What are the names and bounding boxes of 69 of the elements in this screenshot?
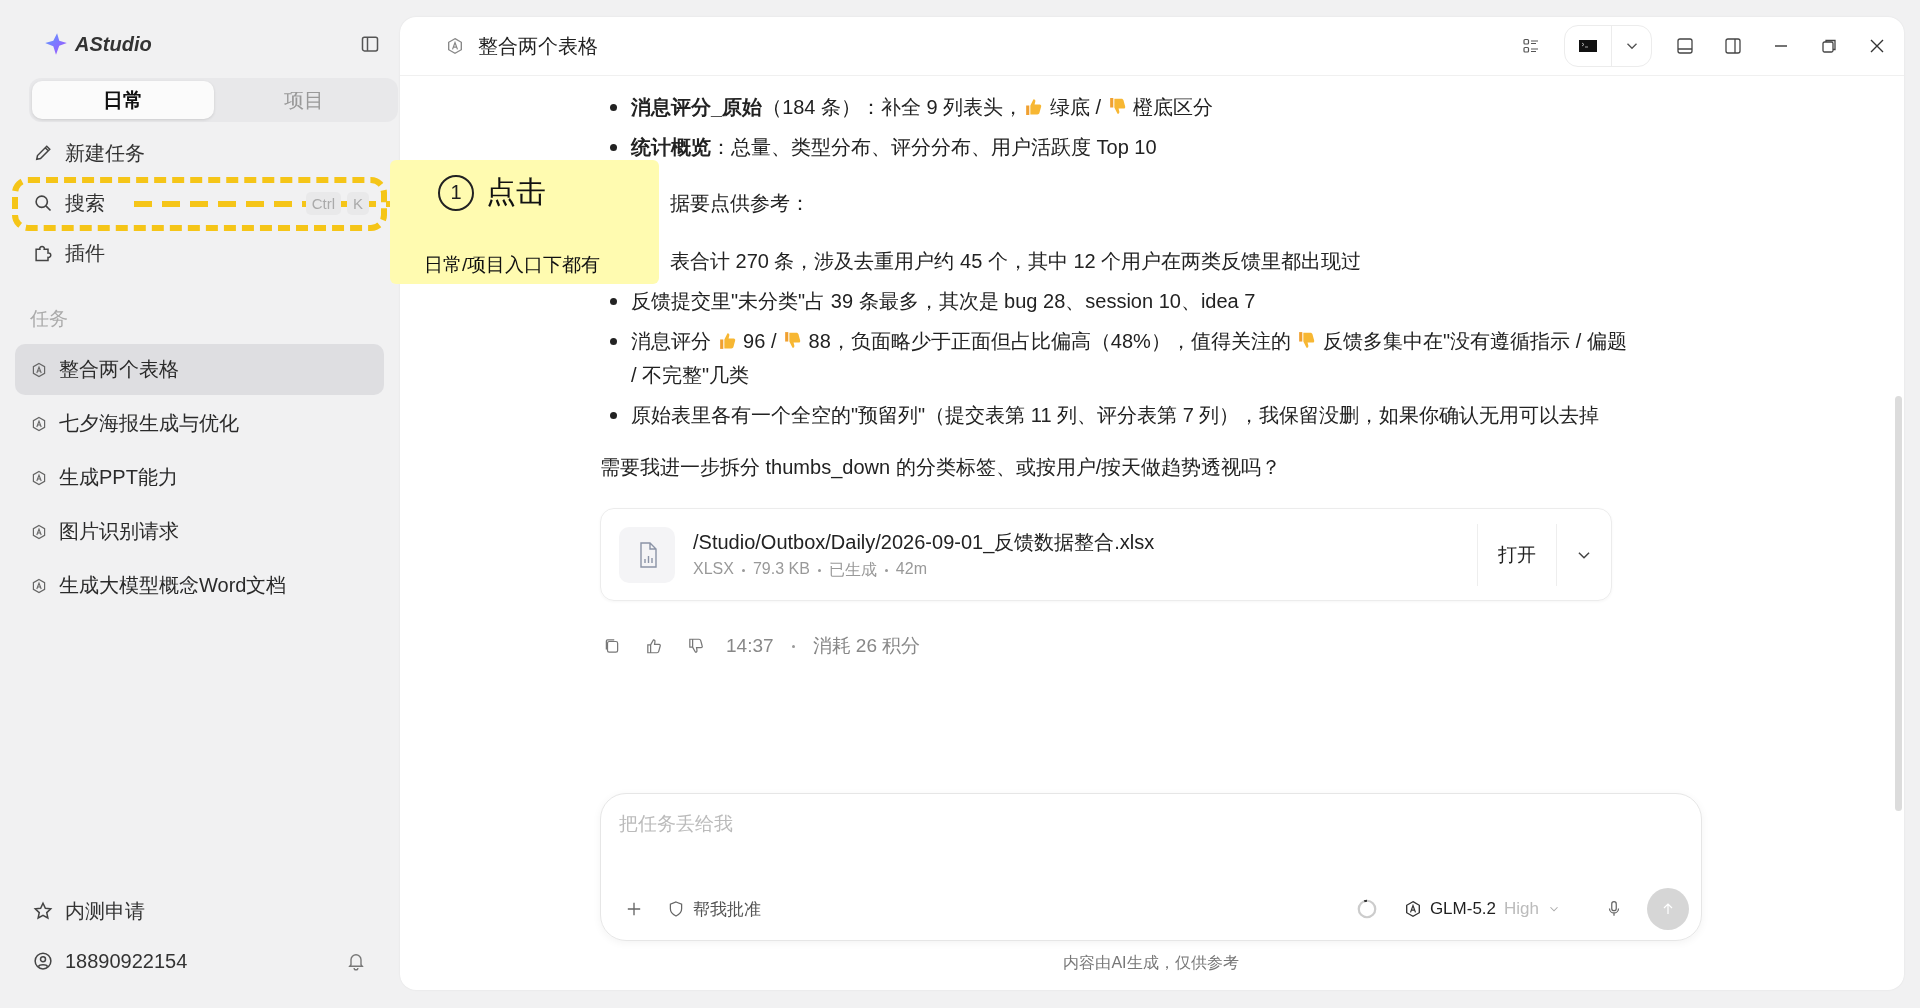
bullet-icon [610, 104, 617, 111]
separator-dot [791, 644, 795, 648]
bullet-icon [610, 144, 617, 151]
hexagon-icon [31, 469, 47, 486]
shield-icon [667, 900, 685, 918]
disclaimer: 内容由AI生成，仅供参考 [1062, 953, 1240, 973]
hexagon-icon [446, 37, 464, 55]
hexagon-icon [31, 523, 47, 540]
puzzle-icon [33, 243, 53, 263]
user-icon [33, 951, 53, 971]
hexagon-icon [31, 415, 47, 432]
message-text: 表合计 270 条，涉及去重用户约 45 个，其中 12 个用户在两类反馈里都出现过 [670, 250, 1362, 272]
shortcut-key: Ctrl [305, 191, 341, 215]
star-icon [33, 901, 53, 921]
annotation-note: 日常/项目入口下都有 [423, 253, 602, 277]
step-number: 1 [438, 174, 474, 211]
file-path: /Studio/Outbox/Daily/2026-09-01_反馈数据整合.xlsx [693, 529, 1156, 556]
separator-dot [817, 568, 821, 572]
bullet-icon [610, 298, 617, 305]
nav-item[interactable]: 搜索 Ctrl K [15, 178, 385, 228]
file-meta: 79.3 KB [752, 559, 810, 579]
approve-toggle[interactable]: 帮我批准 [667, 897, 761, 921]
message-text: 96 / [742, 330, 778, 352]
message-text: 反馈提交里"未分类"占 39 条最多，其次是 bug 28、session 10、idea 7 [631, 290, 1256, 312]
nav-item[interactable]: 新建任务 [15, 128, 385, 178]
message-time: 14:37 [726, 635, 774, 657]
file-meta: 42m [895, 559, 927, 579]
message-text: 原始表里各有一个全空的"预留列"（提交表第 11 列、评分表第 7 列），我保留没删，如果你确认无用可以去掉 [631, 404, 1600, 426]
credits-used: 消耗 26 积分 [812, 634, 921, 658]
file-meta: 已生成 [828, 559, 877, 580]
message-text: 88，负面略少于正面但占比偏高（48%），值得关注的 [807, 330, 1292, 352]
loading-spinner-icon [1355, 898, 1378, 920]
message-text: 反馈多集中在"没有遵循指示 / 偏题 [1322, 330, 1627, 352]
hexagon-icon [31, 577, 47, 594]
message-text: 据要点供参考： [670, 192, 810, 214]
search-icon [33, 193, 53, 213]
task-item[interactable]: 生成PPT能力 [15, 452, 384, 503]
hexagon-icon [31, 361, 47, 378]
beta-apply-link[interactable]: 内测申请 [15, 886, 385, 936]
task-item[interactable]: 七夕海报生成与优化 [15, 398, 384, 449]
hexagon-icon [1403, 900, 1422, 918]
message-text: 消息评分 [631, 330, 712, 352]
annotation-title: 点击 [486, 174, 546, 210]
pencil-icon [33, 143, 53, 163]
shortcut-key: K [347, 191, 369, 215]
nav-item[interactable]: 插件 [15, 228, 385, 278]
tab[interactable]: 日常 [32, 81, 214, 119]
message-text: 绿底 / [1048, 96, 1102, 118]
model-selector[interactable]: GLM-5.2 High [1403, 899, 1561, 919]
chat-title: 整合两个表格 [478, 33, 598, 59]
message-text: 统计概览：总量、类型分布、评分分布、用户活跃度 Top 10 [631, 136, 1157, 158]
scrollbar[interactable] [1895, 396, 1902, 811]
separator-dot [741, 568, 745, 572]
app-name: AStudio [75, 32, 152, 56]
file-meta: XLSX [693, 559, 734, 579]
message-text: 消息评分_原始（184 条）：补全 9 列表头， [631, 96, 1024, 118]
account-name: 18890922154 [65, 949, 188, 973]
bullet-icon [610, 412, 617, 419]
separator-dot [884, 568, 888, 572]
message-text: 需要我进一步拆分 thumbs_down 的分类标签、或按用户/按天做趋势透视吗？ [600, 456, 1282, 478]
task-item[interactable]: 图片识别请求 [15, 506, 384, 557]
bullet-icon [610, 338, 617, 345]
message-text: / 不完整"几类 [631, 364, 750, 386]
file-chart-icon [619, 526, 675, 583]
section-title: 任务 [30, 307, 69, 331]
task-item[interactable]: 整合两个表格 [15, 344, 384, 395]
open-button[interactable]: 打开 [1477, 523, 1557, 586]
task-item[interactable]: 生成大模型概念Word文档 [15, 560, 384, 611]
message-text: 橙底区分 [1132, 96, 1214, 118]
